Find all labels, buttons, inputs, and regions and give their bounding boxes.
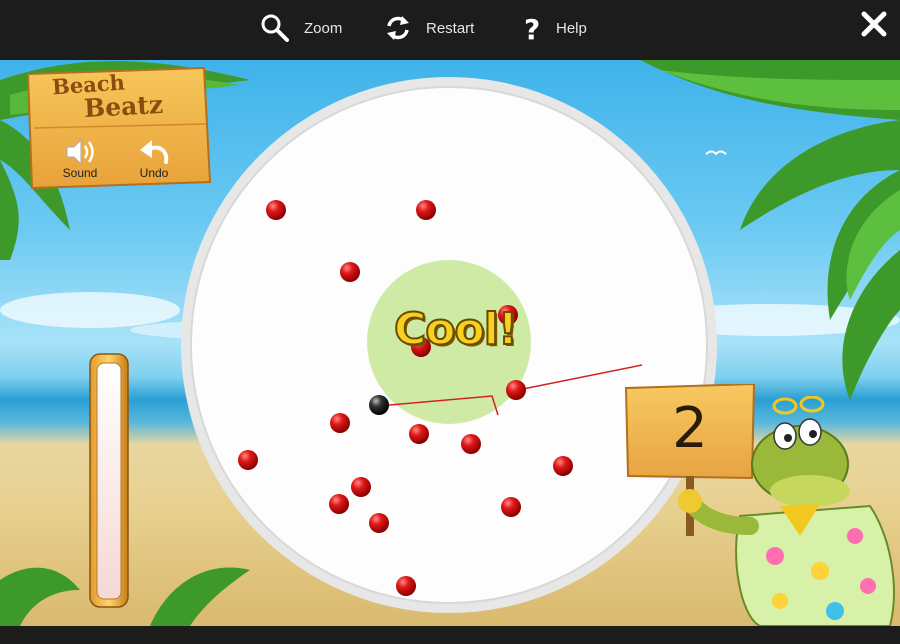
red-ball xyxy=(238,450,258,470)
red-ball xyxy=(340,262,360,282)
magnifier-icon xyxy=(261,14,289,42)
power-meter-frame xyxy=(89,353,129,608)
zoom-button[interactable]: Zoom xyxy=(260,10,342,46)
sound-label: Sound xyxy=(62,166,98,180)
red-ball xyxy=(266,200,286,220)
zoom-label: Zoom xyxy=(304,19,343,37)
feedback-text: Cool! xyxy=(393,303,519,356)
restart-button[interactable]: Restart xyxy=(384,10,474,46)
red-ball xyxy=(409,424,429,444)
question-mark-icon: ? xyxy=(524,13,540,43)
power-meter xyxy=(89,353,129,608)
red-ball xyxy=(501,497,521,517)
close-button[interactable] xyxy=(860,10,888,38)
cue-ball[interactable] xyxy=(369,395,389,415)
top-toolbar: Zoom Restart ? Help xyxy=(0,0,900,60)
red-ball xyxy=(330,413,350,433)
restart-label: Restart xyxy=(426,19,475,37)
red-ball xyxy=(396,576,416,596)
turtle-mascot xyxy=(678,396,895,626)
red-ball xyxy=(351,477,371,497)
bottom-bar xyxy=(0,626,900,644)
svg-text:?: ? xyxy=(524,13,540,43)
title-line-2: Beatz xyxy=(83,89,164,124)
undo-button[interactable]: Undo xyxy=(124,138,184,184)
red-ball xyxy=(329,494,349,514)
help-button[interactable]: ? Help xyxy=(522,10,587,46)
help-label: Help xyxy=(556,19,587,37)
restart-arrows-icon xyxy=(387,16,409,40)
undo-arrow-icon xyxy=(140,140,169,164)
red-ball xyxy=(506,380,526,400)
red-ball xyxy=(553,456,573,476)
red-ball xyxy=(416,200,436,220)
speaker-icon xyxy=(66,138,94,166)
red-ball xyxy=(461,434,481,454)
close-x-icon xyxy=(861,11,887,37)
red-ball xyxy=(369,513,389,533)
undo-label: Undo xyxy=(139,166,169,180)
sound-button[interactable]: Sound xyxy=(50,138,110,184)
